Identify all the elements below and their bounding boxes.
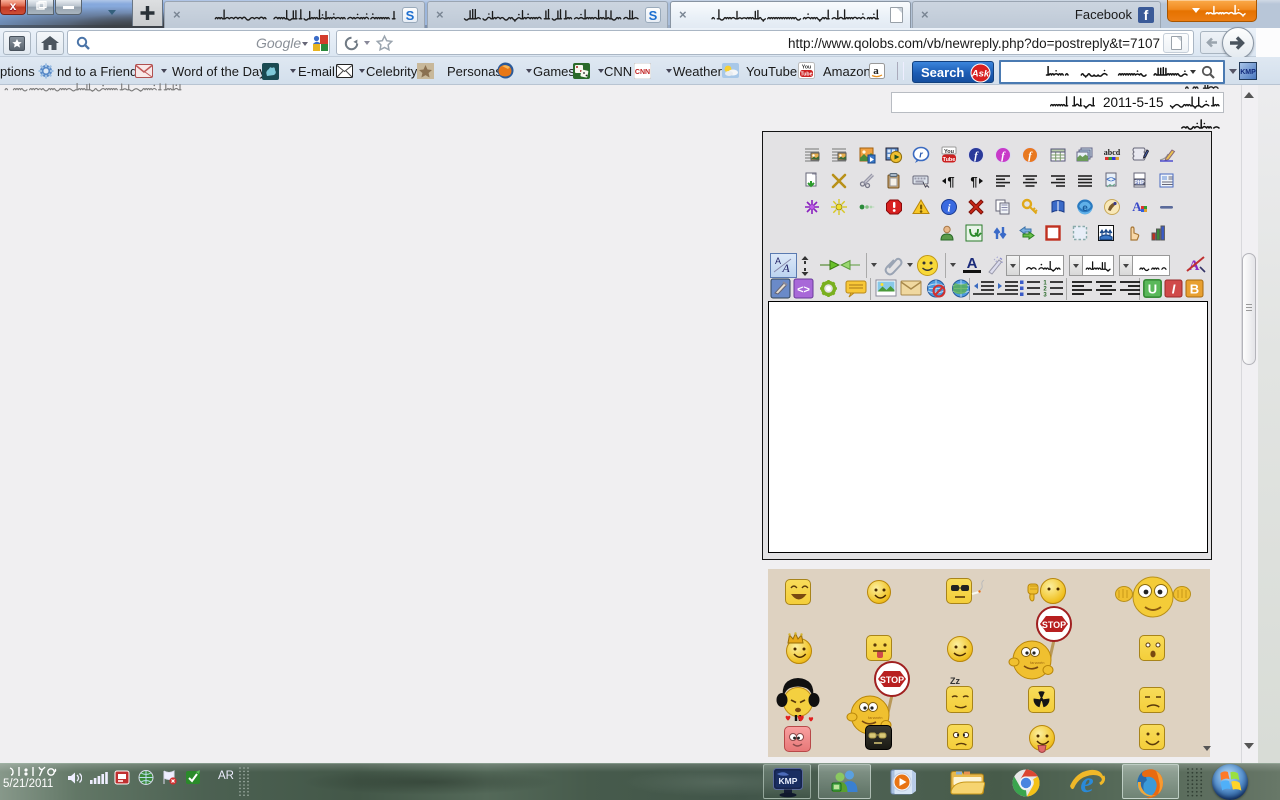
- svg-text:STOP: STOP: [1042, 620, 1066, 630]
- svg-text:A: A: [967, 255, 978, 272]
- svg-text:STOP: STOP: [880, 675, 904, 685]
- svg-text:You: You: [802, 65, 811, 71]
- svg-text:<>: <>: [1107, 175, 1117, 184]
- svg-text:a: a: [873, 65, 879, 77]
- svg-text:Tube: Tube: [800, 72, 812, 78]
- svg-text:¶: ¶: [970, 174, 977, 189]
- svg-text:U: U: [1148, 282, 1157, 297]
- svg-text:A: A: [1132, 199, 1142, 214]
- svg-text:Tube: Tube: [942, 157, 955, 163]
- svg-text:You: You: [944, 149, 954, 155]
- svg-text:KMP: KMP: [779, 776, 798, 786]
- svg-text:<>: <>: [797, 284, 810, 296]
- svg-text:fananén: fananén: [868, 715, 882, 720]
- svg-text:PHP: PHP: [1134, 180, 1145, 186]
- svg-text:¶: ¶: [947, 174, 954, 189]
- svg-text:abcd: abcd: [1104, 148, 1121, 157]
- svg-text:CNN: CNN: [635, 69, 650, 76]
- svg-text:e: e: [1082, 203, 1088, 214]
- svg-text:Ask: Ask: [971, 69, 990, 80]
- svg-text:I: I: [1172, 282, 1176, 297]
- svg-text:A: A: [775, 256, 781, 266]
- svg-text:fananén: fananén: [1030, 660, 1044, 665]
- svg-text:B: B: [1190, 282, 1199, 297]
- svg-text:r: r: [919, 150, 923, 160]
- svg-text:3: 3: [1043, 293, 1047, 299]
